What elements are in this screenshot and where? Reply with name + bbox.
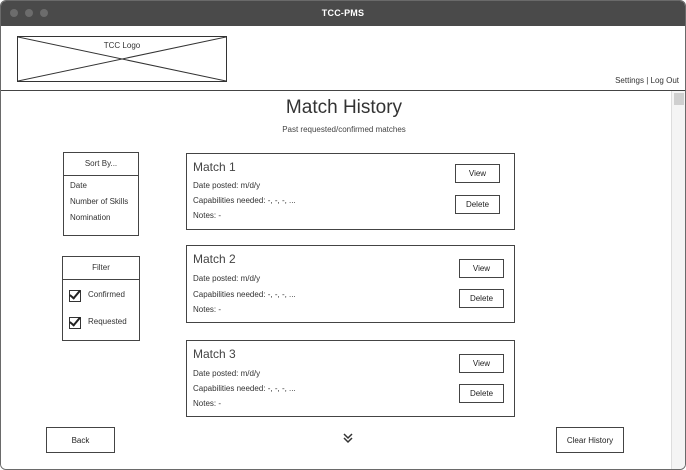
sort-heading[interactable]: Sort By... <box>64 153 138 176</box>
match-card: Match 2 Date posted: m/d/y Capabilities … <box>186 245 515 323</box>
view-button[interactable]: View <box>455 164 500 183</box>
top-links: Settings | Log Out <box>615 76 679 85</box>
sort-option-skills[interactable]: Number of Skills <box>70 194 138 210</box>
match-title: Match 1 <box>193 160 236 174</box>
delete-button[interactable]: Delete <box>459 384 504 403</box>
filter-panel: Filter Confirmed Requested <box>62 256 140 341</box>
main-content: Match History Past requested/confirmed m… <box>1 91 671 469</box>
app-window: TCC-PMS TCC Logo Settings | Log Out Matc… <box>0 0 686 470</box>
vertical-scrollbar[interactable] <box>671 91 685 469</box>
match-notes: Notes: - <box>193 211 222 220</box>
match-capabilities: Capabilities needed: -, -, -, ... <box>193 196 296 205</box>
confirmed-checkbox[interactable] <box>69 290 81 302</box>
view-button[interactable]: View <box>459 259 504 278</box>
match-notes: Notes: - <box>193 399 222 408</box>
title-bar: TCC-PMS <box>1 1 685 26</box>
window-title: TCC-PMS <box>321 8 365 18</box>
page-header: TCC Logo Settings | Log Out <box>1 26 685 91</box>
match-card: Match 1 Date posted: m/d/y Capabilities … <box>186 153 515 230</box>
filter-row-confirmed[interactable]: Confirmed <box>63 286 139 313</box>
delete-button[interactable]: Delete <box>459 289 504 308</box>
match-card: Match 3 Date posted: m/d/y Capabilities … <box>186 340 515 417</box>
sort-panel: Sort By... Date Number of Skills Nominat… <box>63 152 139 236</box>
match-capabilities: Capabilities needed: -, -, -, ... <box>193 384 296 393</box>
logo-placeholder: TCC Logo <box>17 36 227 82</box>
match-capabilities: Capabilities needed: -, -, -, ... <box>193 290 296 299</box>
clear-history-button[interactable]: Clear History <box>556 427 624 453</box>
requested-label: Requested <box>88 317 127 326</box>
match-date: Date posted: m/d/y <box>193 274 261 283</box>
match-notes: Notes: - <box>193 305 222 314</box>
match-date: Date posted: m/d/y <box>193 369 261 378</box>
filter-row-requested[interactable]: Requested <box>63 313 139 340</box>
sort-option-date[interactable]: Date <box>70 178 138 194</box>
delete-button[interactable]: Delete <box>455 195 500 214</box>
logout-link[interactable]: Log Out <box>651 76 679 85</box>
match-title: Match 3 <box>193 347 236 361</box>
view-button[interactable]: View <box>459 354 504 373</box>
sort-options: Date Number of Skills Nomination <box>64 176 138 226</box>
match-title: Match 2 <box>193 252 236 266</box>
logo-text: TCC Logo <box>103 41 141 50</box>
settings-link[interactable]: Settings <box>615 76 644 85</box>
page-title: Match History <box>285 97 403 118</box>
filter-heading: Filter <box>63 257 139 280</box>
double-chevron-down-icon[interactable] <box>342 432 354 444</box>
sort-option-nomination[interactable]: Nomination <box>70 210 138 226</box>
back-button[interactable]: Back <box>46 427 115 453</box>
match-date: Date posted: m/d/y <box>193 181 261 190</box>
page-subtitle: Past requested/confirmed matches <box>282 125 406 134</box>
confirmed-label: Confirmed <box>88 290 125 299</box>
requested-checkbox[interactable] <box>69 317 81 329</box>
